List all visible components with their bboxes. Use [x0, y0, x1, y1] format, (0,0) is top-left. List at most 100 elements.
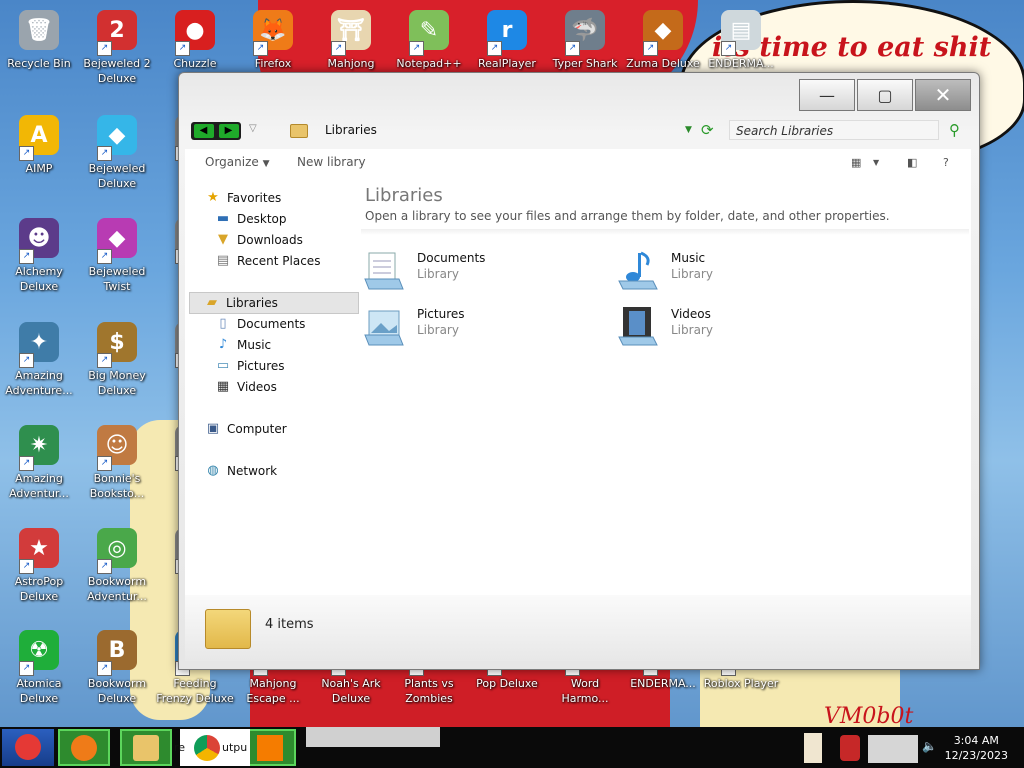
desktop-icon-image: ✦ ↗ [17, 322, 61, 368]
music-icon: ♪ [218, 337, 228, 352]
libraries-icon: ▰ [207, 295, 217, 310]
desktop-icon[interactable]: ✦ ↗ Amazing Adventure... [0, 320, 78, 398]
desktop-icon[interactable]: ◆ ↗ Bejeweled Twist [78, 216, 156, 294]
shortcut-arrow-icon: ↗ [19, 456, 34, 471]
desktop-icon-image: ◆ ↗ [95, 115, 139, 161]
view-options-icon[interactable]: ▦ [851, 156, 861, 169]
desktop-icon[interactable]: ● ↗ Chuzzle [156, 8, 234, 71]
volume-icon[interactable]: 🔈 [922, 739, 937, 753]
tray-santa-icon[interactable] [840, 735, 860, 761]
nav-network[interactable]: ◍ Network [205, 461, 277, 481]
desktop-icon[interactable]: $ ↗ Big Money Deluxe [78, 320, 156, 398]
history-dropdown-icon[interactable]: ▽ [249, 123, 257, 134]
new-library-button[interactable]: New library [297, 155, 366, 169]
desktop-icon-label: RealPlayer [478, 57, 536, 70]
shortcut-arrow-icon: ↗ [97, 249, 112, 264]
desktop-icon[interactable]: ✷ ↗ Amazing Adventur... [0, 423, 78, 501]
desktop-icon-label: Noah's Ark Deluxe [321, 677, 381, 705]
taskbar-explorer[interactable] [120, 729, 172, 766]
library-music[interactable]: Music Library [617, 247, 837, 295]
desktop-icon[interactable]: ★ ↗ AstroPop Deluxe [0, 526, 78, 604]
desktop-icon[interactable]: ◆ ↗ Bejeweled Deluxe [78, 113, 156, 191]
nav-music[interactable]: ♪ Music [215, 335, 271, 355]
nav-documents[interactable]: ▯ Documents [215, 314, 305, 334]
nav-desktop[interactable]: ▬ Desktop [215, 209, 287, 229]
forward-button[interactable]: ▶ [218, 124, 239, 138]
desktop-icon[interactable]: ✎ ↗ Notepad++ [390, 8, 468, 71]
library-pictures[interactable]: Pictures Library [363, 303, 583, 351]
library-documents[interactable]: Documents Library [363, 247, 583, 295]
chevron-down-icon: ▼ [262, 159, 270, 169]
library-name: Documents [417, 251, 486, 265]
desktop-icon[interactable]: ☢ ↗ Atomica Deluxe [0, 628, 78, 706]
search-input[interactable]: Search Libraries [729, 120, 939, 140]
desktop-icon[interactable]: r ↗ RealPlayer [468, 8, 546, 71]
desktop-icon-image: 2 ↗ [95, 10, 139, 56]
organize-button[interactable]: Organize ▼ [205, 155, 270, 169]
desktop-icon[interactable]: ☺ ↗ Bonnie's Booksto... [78, 423, 156, 501]
desktop-icon[interactable]: 🦊 ↗ Firefox [234, 8, 312, 71]
nav-downloads[interactable]: ▼ Downloads [215, 230, 303, 250]
desktop-icon-image: A ↗ [17, 115, 61, 161]
nav-pictures[interactable]: ▭ Pictures [215, 356, 285, 376]
nav-favorites[interactable]: ★ Favorites [205, 188, 281, 208]
desktop-icon-label: Notepad++ [396, 57, 462, 70]
tray-network-icon[interactable] [868, 735, 918, 763]
desktop-icon-label: Recycle Bin [7, 57, 71, 70]
desktop-icon[interactable]: 🦈 ↗ Typer Shark [546, 8, 624, 71]
desktop-icon[interactable]: ☻ ↗ Alchemy Deluxe [0, 216, 78, 294]
nav-recent-places[interactable]: ▤ Recent Places [215, 251, 321, 271]
desktop-icon[interactable]: 2 ↗ Bejeweled 2 Deluxe [78, 8, 156, 86]
desktop-icon-label: Bookworm Deluxe [87, 677, 147, 705]
start-button[interactable] [2, 729, 54, 766]
refresh-icon[interactable]: ⟳ [701, 121, 714, 139]
desktop-icon-image: ◎ ↗ [95, 528, 139, 574]
desktop-icon[interactable]: ▤↗ENDERMA... [702, 8, 780, 71]
system-tray: 🔈 3:04 AM 12/23/2023 [804, 729, 1024, 766]
desktop-icon-image: ◆ ↗ [641, 10, 685, 56]
taskbar-gray-task[interactable] [306, 727, 440, 747]
nav-computer-label: Computer [227, 422, 287, 436]
nav-desktop-label: Desktop [237, 212, 287, 226]
view-dropdown-icon[interactable]: ▼ [873, 158, 879, 167]
library-type: Library [417, 267, 459, 281]
taskbar-firefox[interactable] [58, 729, 110, 766]
desktop-icon-label: Plants vs Zombies [404, 677, 454, 705]
shortcut-arrow-icon: ↗ [19, 661, 34, 676]
address-breadcrumb[interactable]: Libraries [325, 123, 377, 137]
search-icon[interactable]: ⚲ [949, 121, 960, 139]
maximize-icon: ▢ [877, 85, 893, 105]
help-button[interactable]: ? [943, 156, 949, 169]
desktop-icon-label: Firefox [254, 57, 292, 70]
taskbar-chrome-text: utpu [222, 741, 248, 754]
desktop-icon-image: 🦊 ↗ [251, 10, 295, 56]
desktop-icon[interactable]: ⛩ ↗ Mahjong [312, 8, 390, 71]
library-videos[interactable]: Videos Library [617, 303, 837, 351]
address-dropdown-icon[interactable]: ▼ [685, 125, 692, 135]
taskbar-chrome[interactable]: re utpu [174, 729, 250, 766]
preview-pane-icon[interactable]: ◧ [907, 156, 917, 169]
taskbar-vlc[interactable] [244, 729, 296, 766]
vlc-icon [257, 734, 283, 761]
desktop-icon[interactable]: ◆ ↗ Zuma Deluxe [624, 8, 702, 71]
desktop-icon[interactable]: 🗑 Recycle Bin [0, 8, 78, 71]
shortcut-arrow-icon: ↗ [19, 353, 34, 368]
santa-start-icon [15, 734, 41, 760]
nav-computer[interactable]: ▣ Computer [205, 419, 287, 439]
tray-app-icon[interactable] [804, 733, 822, 763]
minimize-button[interactable]: — [799, 79, 855, 111]
desktop-icon[interactable]: B ↗ Bookworm Deluxe [78, 628, 156, 706]
nav-network-label: Network [227, 464, 278, 478]
nav-videos[interactable]: ▦ Videos [215, 377, 277, 397]
documents-library-icon [364, 252, 404, 290]
nav-music-label: Music [237, 338, 272, 352]
nav-pictures-label: Pictures [237, 359, 285, 373]
back-button[interactable]: ◀ [193, 124, 214, 138]
desktop-icon[interactable]: A ↗ AIMP [0, 113, 78, 176]
maximize-button[interactable]: ▢ [857, 79, 913, 111]
close-button[interactable]: ✕ [915, 79, 971, 111]
clock[interactable]: 3:04 AM 12/23/2023 [945, 733, 1008, 763]
desktop-icon-image: ✷ ↗ [17, 425, 61, 471]
desktop-icon[interactable]: ◎ ↗ Bookworm Adventur... [78, 526, 156, 604]
nav-libraries[interactable]: ▰ Libraries [189, 292, 359, 314]
